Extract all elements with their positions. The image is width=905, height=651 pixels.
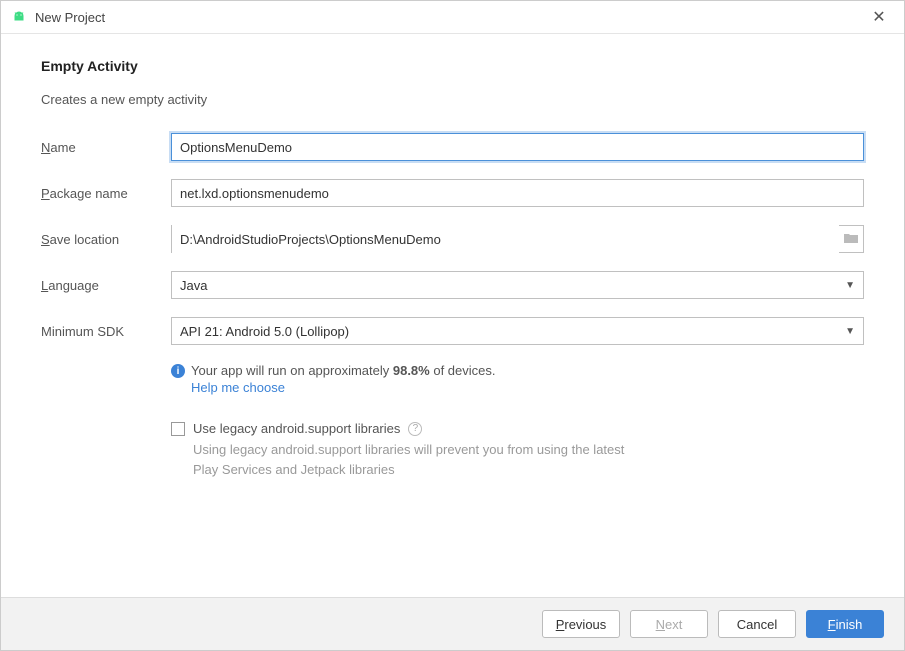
window-title: New Project bbox=[35, 10, 864, 25]
next-button: Next bbox=[630, 610, 708, 638]
language-select[interactable]: Java ▼ bbox=[171, 271, 864, 299]
minimum-sdk-select[interactable]: API 21: Android 5.0 (Lollipop) ▼ bbox=[171, 317, 864, 345]
legacy-checkbox[interactable] bbox=[171, 422, 185, 436]
new-project-dialog: New Project ✕ Empty Activity Creates a n… bbox=[0, 0, 905, 651]
help-me-choose-link[interactable]: Help me choose bbox=[191, 380, 864, 395]
close-icon[interactable]: ✕ bbox=[864, 7, 894, 27]
finish-button[interactable]: Finish bbox=[806, 610, 884, 638]
device-coverage-info: i Your app will run on approximately 98.… bbox=[171, 363, 864, 395]
dialog-content: Empty Activity Creates a new empty activ… bbox=[1, 34, 904, 597]
label-package: Package name bbox=[41, 186, 171, 201]
legacy-checkbox-label: Use legacy android.support libraries bbox=[193, 421, 400, 436]
save-location-field bbox=[171, 225, 864, 253]
row-name: Name bbox=[41, 133, 864, 161]
info-icon: i bbox=[171, 364, 185, 378]
label-name: Name bbox=[41, 140, 171, 155]
row-save-location: Save location bbox=[41, 225, 864, 253]
package-input[interactable] bbox=[171, 179, 864, 207]
row-minimum-sdk: Minimum SDK API 21: Android 5.0 (Lollipo… bbox=[41, 317, 864, 345]
chevron-down-icon: ▼ bbox=[845, 280, 855, 291]
row-package: Package name bbox=[41, 179, 864, 207]
chevron-down-icon: ▼ bbox=[845, 326, 855, 337]
cancel-button[interactable]: Cancel bbox=[718, 610, 796, 638]
row-language: Language Java ▼ bbox=[41, 271, 864, 299]
browse-folder-icon[interactable] bbox=[839, 232, 863, 247]
page-subtitle: Creates a new empty activity bbox=[41, 92, 864, 107]
coverage-text: Your app will run on approximately 98.8%… bbox=[191, 363, 496, 378]
android-icon bbox=[11, 9, 27, 25]
page-heading: Empty Activity bbox=[41, 58, 864, 74]
previous-button[interactable]: Previous bbox=[542, 610, 620, 638]
save-location-input[interactable] bbox=[172, 225, 839, 253]
help-icon[interactable]: ? bbox=[408, 422, 422, 436]
titlebar: New Project ✕ bbox=[1, 1, 904, 34]
label-language: Language bbox=[41, 278, 171, 293]
legacy-libraries-section: Use legacy android.support libraries ? U… bbox=[171, 421, 864, 479]
label-save-location: Save location bbox=[41, 232, 171, 247]
legacy-description: Using legacy android.support libraries w… bbox=[193, 440, 633, 479]
dialog-footer: Previous Next Cancel Finish bbox=[1, 597, 904, 650]
name-input[interactable] bbox=[171, 133, 864, 161]
label-minimum-sdk: Minimum SDK bbox=[41, 324, 171, 339]
